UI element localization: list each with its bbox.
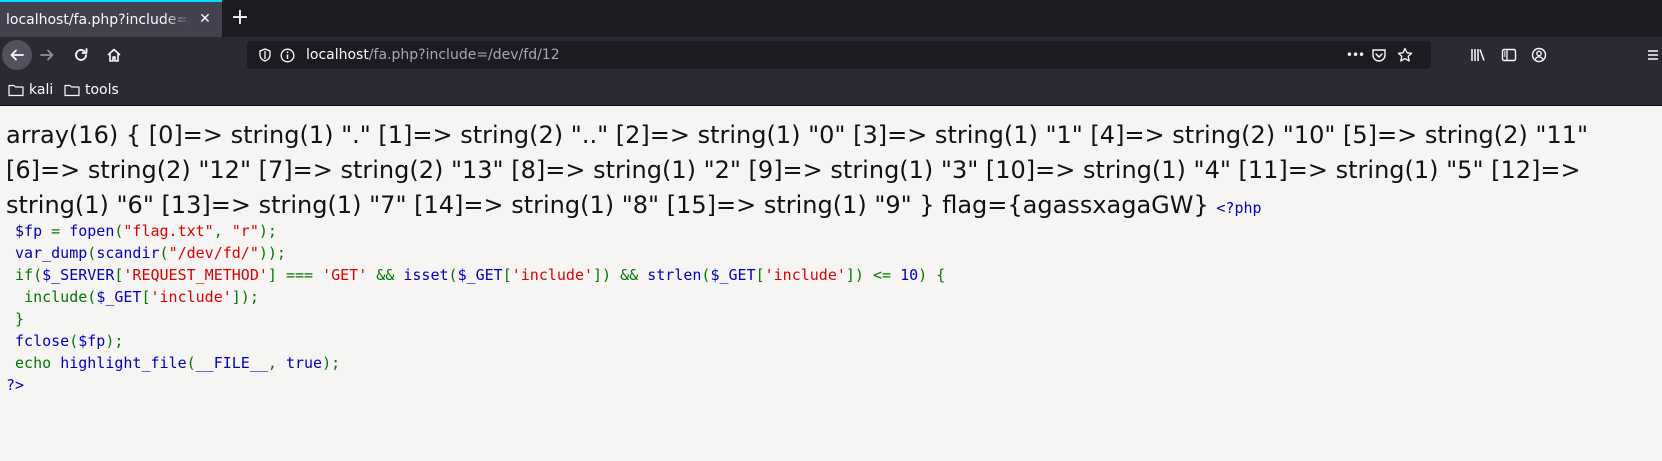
code-line: $fp = fopen("flag.txt", "r");: [15, 222, 277, 240]
tab-active[interactable]: localhost/fa.php?include=/dev/fd/12 ✕: [0, 0, 222, 37]
menu-icon: [1648, 50, 1658, 60]
forward-button[interactable]: [32, 40, 62, 70]
code-line: echo highlight_file(__FILE__, true);: [15, 354, 341, 372]
sidebar-button[interactable]: [1494, 40, 1524, 70]
site-info-icon[interactable]: [279, 47, 295, 63]
library-button[interactable]: [1463, 40, 1493, 70]
close-tab-icon[interactable]: ✕: [196, 10, 214, 28]
url-input[interactable]: localhost/fa.php?include=/dev/fd/12: [306, 47, 560, 63]
bookmark-folder-kali[interactable]: kali: [8, 80, 53, 100]
dump-text: array(16) { [0]=> string(1) "." [1]=> st…: [6, 121, 1589, 219]
bookmark-star-icon[interactable]: [1397, 47, 1413, 63]
overflow-menu-button[interactable]: [1648, 40, 1658, 70]
home-button[interactable]: [99, 40, 129, 70]
var-dump-output: array(16) { [0]=> string(1) "." [1]=> st…: [6, 118, 1658, 226]
nav-bar: localhost/fa.php?include=/dev/fd/12 •••: [0, 37, 1662, 73]
url-host: localhost: [306, 47, 369, 63]
page-content: array(16) { [0]=> string(1) "." [1]=> st…: [0, 106, 1662, 461]
home-icon: [107, 48, 121, 62]
bookmark-folder-tools[interactable]: tools: [64, 80, 119, 100]
account-icon: [1531, 47, 1547, 63]
bookmarks-toolbar: kali tools: [0, 73, 1662, 106]
bookmark-label: kali: [29, 82, 54, 98]
bookmark-label: tools: [85, 82, 119, 98]
code-line: if($_SERVER['REQUEST_METHOD'] === 'GET' …: [15, 266, 946, 284]
pocket-icon[interactable]: [1371, 47, 1387, 63]
code-line: var_dump(scandir("/dev/fd/"));: [15, 244, 286, 262]
new-tab-button[interactable]: +: [228, 6, 252, 30]
back-button[interactable]: [2, 40, 32, 70]
code-line: }: [15, 310, 25, 328]
reload-button[interactable]: [66, 40, 96, 70]
code-line: include($_GET['include']);: [24, 288, 259, 306]
tab-title: localhost/fa.php?include=/dev/fd/12: [6, 11, 191, 28]
tracking-protection-icon[interactable]: [257, 47, 273, 63]
folder-icon: [64, 84, 80, 97]
library-icon: [1471, 49, 1485, 61]
page-actions-icon[interactable]: •••: [1345, 47, 1365, 63]
tab-bar: localhost/fa.php?include=/dev/fd/12 ✕ +: [0, 0, 1662, 37]
url-path: /fa.php?include=/dev/fd/12: [368, 47, 560, 63]
url-bar[interactable]: localhost/fa.php?include=/dev/fd/12 •••: [247, 41, 1431, 69]
sidebar-icon: [1501, 48, 1517, 62]
arrow-right-icon: [40, 49, 54, 61]
reload-icon: [75, 48, 88, 61]
php-open-tag: <?php: [1216, 199, 1262, 217]
php-source-code: $fp = fopen("flag.txt", "r"); var_dump(s…: [6, 220, 945, 396]
account-button[interactable]: [1524, 40, 1554, 70]
folder-icon: [8, 84, 24, 97]
code-line: fclose($fp);: [15, 332, 124, 350]
arrow-left-icon: [10, 49, 24, 61]
php-close-tag: ?>: [6, 376, 25, 394]
